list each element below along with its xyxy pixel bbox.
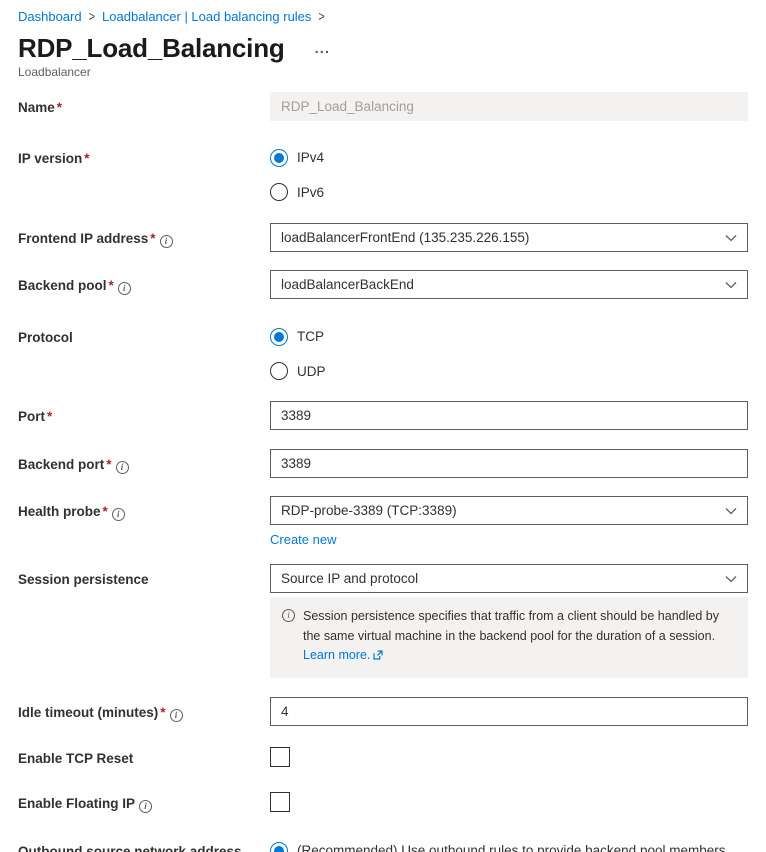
required-marker: * <box>47 409 52 424</box>
chevron-down-icon <box>725 575 737 583</box>
idle-timeout-input[interactable]: 4 <box>270 697 748 726</box>
breadcrumb-separator-icon: > <box>89 9 95 24</box>
session-persistence-info-message: i Session persistence specifies that tra… <box>270 597 748 678</box>
session-persistence-info-text: Session persistence specifies that traff… <box>303 609 719 642</box>
backend-pool-selected-value: loadBalancerBackEnd <box>281 277 414 292</box>
info-icon[interactable]: i <box>160 235 173 248</box>
protocol-label: Protocol <box>18 327 270 348</box>
chevron-down-icon <box>725 507 737 515</box>
name-input: RDP_Load_Balancing <box>270 92 748 121</box>
udp-option-label: UDP <box>297 362 326 382</box>
required-marker: * <box>84 151 89 166</box>
ipv4-option-label: IPv4 <box>297 148 324 168</box>
radio-selected-icon <box>270 328 288 346</box>
frontend-ip-label: Frontend IP address*i <box>18 223 270 249</box>
ip-version-label: IP version* <box>18 148 270 169</box>
ip-version-ipv6-option[interactable]: IPv6 <box>270 183 748 203</box>
external-link-icon <box>373 647 383 666</box>
backend-pool-dropdown[interactable]: loadBalancerBackEnd <box>270 270 748 299</box>
protocol-tcp-option[interactable]: TCP <box>270 327 748 347</box>
ipv6-option-label: IPv6 <box>297 183 324 203</box>
radio-selected-icon <box>270 842 288 852</box>
info-icon[interactable]: i <box>139 800 152 813</box>
info-icon[interactable]: i <box>116 461 129 474</box>
backend-port-input[interactable]: 3389 <box>270 449 748 478</box>
tcp-reset-checkbox[interactable] <box>270 747 290 767</box>
protocol-radio-group: TCP UDP <box>270 327 748 381</box>
floating-ip-checkbox[interactable] <box>270 792 290 812</box>
rule-form: Name* RDP_Load_Balancing IP version* IPv… <box>18 92 748 852</box>
frontend-ip-dropdown[interactable]: loadBalancerFrontEnd (135.235.226.155) <box>270 223 748 252</box>
breadcrumb-loadbalancer-rules[interactable]: Loadbalancer | Load balancing rules <box>102 9 311 24</box>
backend-pool-label: Backend pool*i <box>18 270 270 296</box>
learn-more-link[interactable]: Learn more. <box>303 648 370 662</box>
tcp-option-label: TCP <box>297 327 324 347</box>
more-menu-button[interactable]: ... <box>313 37 333 60</box>
page-title: RDP_Load_Balancing <box>18 33 285 64</box>
port-input[interactable]: 3389 <box>270 401 748 430</box>
radio-unselected-icon <box>270 362 288 380</box>
info-icon: i <box>282 609 295 622</box>
resource-type-subtitle: Loadbalancer <box>18 65 748 79</box>
info-icon[interactable]: i <box>112 508 125 521</box>
session-persistence-dropdown[interactable]: Source IP and protocol <box>270 564 748 593</box>
breadcrumb-dashboard[interactable]: Dashboard <box>18 9 82 24</box>
required-marker: * <box>150 231 155 246</box>
info-icon[interactable]: i <box>170 709 183 722</box>
load-balancing-rule-page: Dashboard > Loadbalancer | Load balancin… <box>0 0 766 852</box>
health-probe-label: Health probe*i <box>18 496 270 522</box>
name-label: Name* <box>18 92 270 118</box>
frontend-ip-selected-value: loadBalancerFrontEnd (135.235.226.155) <box>281 230 529 245</box>
protocol-udp-option[interactable]: UDP <box>270 362 748 382</box>
tcp-reset-label: Enable TCP Reset <box>18 747 270 769</box>
session-persistence-selected-value: Source IP and protocol <box>281 571 418 586</box>
snat-option-text: (Recommended) Use outbound rules to prov… <box>297 843 725 852</box>
health-probe-selected-value: RDP-probe-3389 (TCP:3389) <box>281 503 457 518</box>
ip-version-ipv4-option[interactable]: IPv4 <box>270 148 748 168</box>
port-label: Port* <box>18 401 270 427</box>
info-icon[interactable]: i <box>118 282 131 295</box>
health-probe-dropdown[interactable]: RDP-probe-3389 (TCP:3389) <box>270 496 748 525</box>
breadcrumb-separator-icon: > <box>318 9 324 24</box>
required-marker: * <box>109 278 114 293</box>
idle-timeout-label: Idle timeout (minutes)*i <box>18 697 270 723</box>
floating-ip-label: Enable Floating IPi <box>18 792 270 814</box>
required-marker: * <box>103 504 108 519</box>
ip-version-radio-group: IPv4 IPv6 <box>270 148 748 202</box>
snat-label: Outbound source network address translat… <box>18 841 270 852</box>
create-new-link[interactable]: Create new <box>270 532 336 547</box>
session-persistence-label: Session persistence <box>18 564 270 590</box>
chevron-down-icon <box>725 281 737 289</box>
required-marker: * <box>106 457 111 472</box>
chevron-down-icon <box>725 234 737 242</box>
required-marker: * <box>57 100 62 115</box>
snat-recommended-option[interactable]: (Recommended) Use outbound rules to prov… <box>270 841 748 852</box>
required-marker: * <box>160 705 165 720</box>
radio-unselected-icon <box>270 183 288 201</box>
breadcrumb: Dashboard > Loadbalancer | Load balancin… <box>18 0 748 24</box>
radio-selected-icon <box>270 149 288 167</box>
backend-port-label: Backend port*i <box>18 449 270 475</box>
